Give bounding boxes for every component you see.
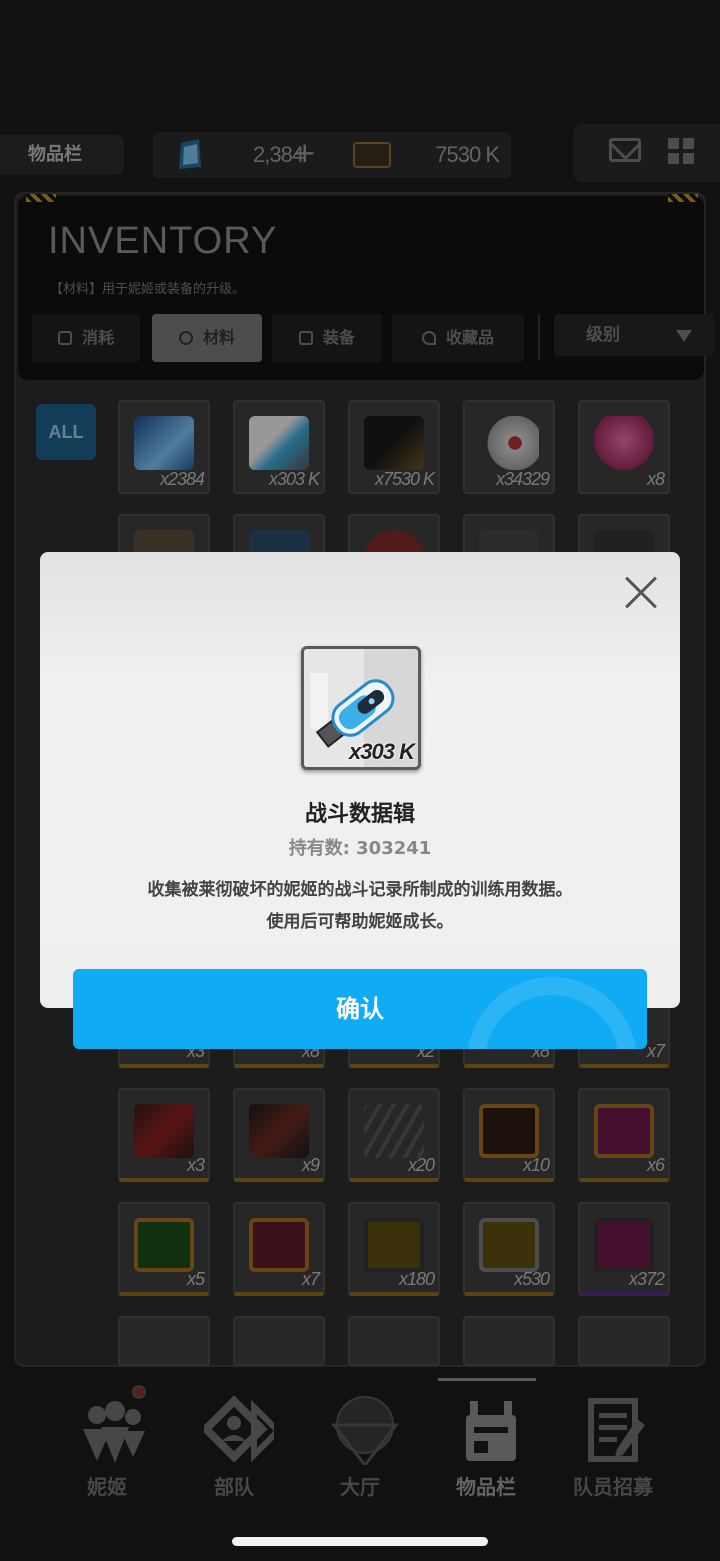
confirm-label: 确认: [336, 995, 384, 1023]
item-preview: x303 K: [301, 646, 421, 770]
item-description: 收集被莱彻破坏的妮姬的战斗记录所制成的训练用数据。 使用后可帮助妮姬成长。: [40, 874, 680, 938]
home-indicator[interactable]: [232, 1537, 488, 1546]
item-name: 战斗数据辑: [304, 802, 415, 827]
close-icon[interactable]: [624, 576, 658, 610]
owned-count: 持有数: 303241: [288, 838, 432, 859]
item-quantity: x303 K: [349, 739, 415, 764]
description-line: 使用后可帮助妮姬成长。: [266, 912, 454, 932]
description-line: 收集被莱彻破坏的妮姬的战斗记录所制成的训练用数据。: [147, 880, 573, 900]
item-detail-dialog: x303 K 战斗数据辑 持有数: 303241 收集被莱彻破坏的妮姬的战斗记录…: [40, 552, 680, 1008]
confirm-button[interactable]: 确认: [73, 969, 647, 1049]
button-decoration: [467, 977, 637, 1049]
